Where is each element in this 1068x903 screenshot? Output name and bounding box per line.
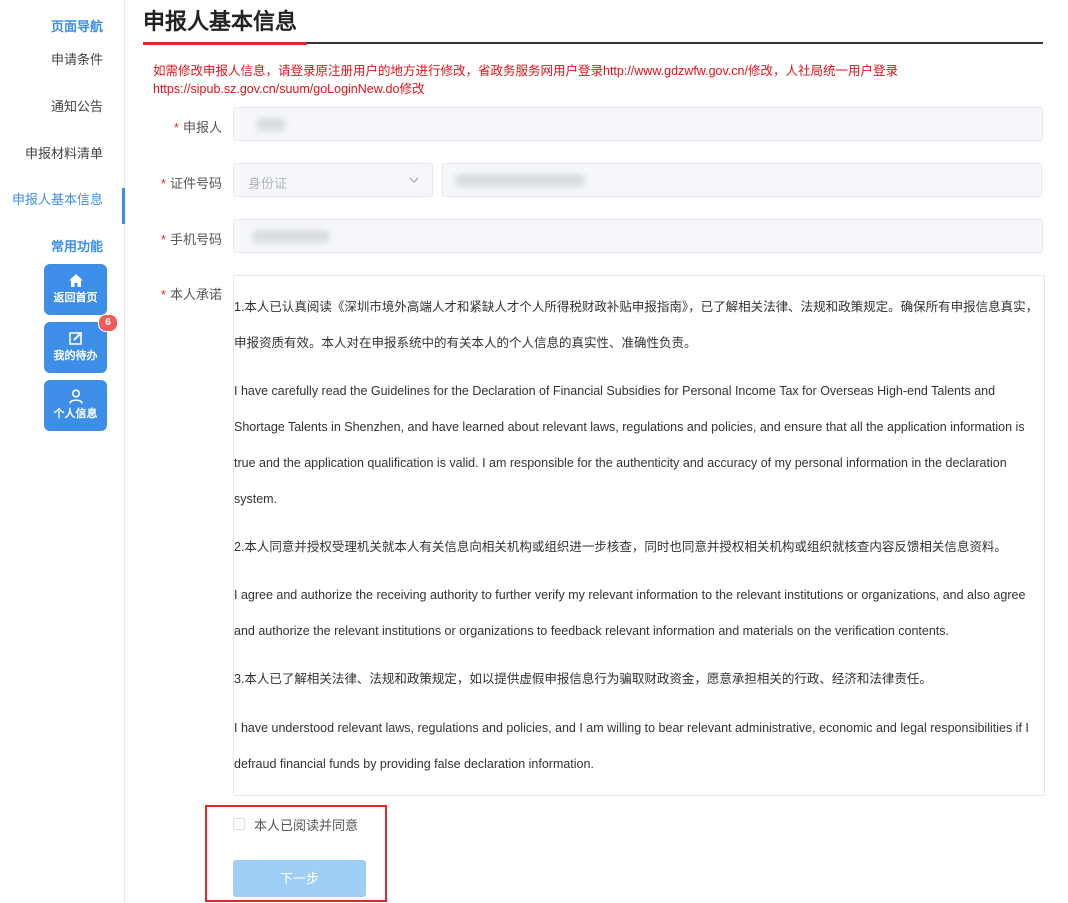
id-type-value: 身份证	[248, 176, 288, 191]
applicant-input[interactable]	[233, 107, 1043, 141]
sidebar: 页面导航 申请条件 通知公告 申报材料清单 申报人基本信息 常用功能 返回首页 …	[0, 0, 125, 903]
todo-button[interactable]: 我的待办	[44, 322, 107, 373]
pledge-paragraph-3: 3.本人已了解相关法律、法规和政策规定，如以提供虚假申报信息行为骗取财政资金，愿…	[234, 672, 932, 686]
pledge-paragraph-2: 2.本人同意并授权受理机关就本人有关信息向相关机构或组织进一步核查，同时也同意并…	[234, 540, 1007, 554]
chevron-down-icon	[409, 177, 419, 183]
pledge-paragraph-1-en: I have carefully read the Guidelines for…	[234, 384, 1025, 506]
pledge-label: * 本人承诺	[160, 287, 222, 302]
pledge-textbox[interactable]: 1.本人已认真阅读《深圳市境外高端人才和紧缺人才个人所得税财政补贴申报指南》，已…	[233, 275, 1045, 796]
notice-text: 如需修改申报人信息，请登录原注册用户的地方进行修改，省政务服务网用户登录http…	[153, 64, 898, 96]
agree-label[interactable]: 本人已阅读并同意	[254, 815, 358, 834]
edit-icon	[68, 331, 82, 345]
home-button-label: 返回首页	[53, 292, 98, 304]
nav-item-conditions[interactable]: 申请条件	[0, 49, 125, 68]
pledge-paragraph-3-en: I have understood relevant laws, regulat…	[234, 721, 1029, 771]
applicant-label: * 申报人	[173, 120, 222, 135]
user-icon	[68, 389, 83, 404]
redacted-value	[252, 230, 330, 243]
next-button[interactable]: 下一步	[233, 860, 366, 897]
todo-button-label: 我的待办	[53, 350, 98, 362]
nav-heading: 页面导航	[50, 19, 103, 34]
title-accent-bar	[143, 42, 307, 45]
page-title: 申报人基本信息	[143, 9, 298, 34]
todo-count-badge: 6	[98, 314, 118, 332]
phone-label: * 手机号码	[160, 232, 222, 247]
nav-item-notices[interactable]: 通知公告	[0, 96, 125, 115]
pledge-paragraph-2-en: I agree and authorize the receiving auth…	[234, 588, 1026, 638]
phone-input[interactable]	[233, 219, 1043, 253]
id-type-select[interactable]: 身份证	[233, 163, 433, 197]
profile-button-label: 个人信息	[53, 408, 98, 420]
nav-item-applicant-info[interactable]: 申报人基本信息	[0, 189, 125, 208]
id-number-input[interactable]	[442, 163, 1042, 197]
nav-active-indicator	[122, 188, 125, 224]
home-icon	[68, 274, 83, 287]
agree-checkbox[interactable]	[233, 818, 245, 830]
profile-button[interactable]: 个人信息	[44, 380, 107, 431]
nav-item-materials[interactable]: 申报材料清单	[0, 143, 125, 162]
func-heading: 常用功能	[50, 239, 103, 254]
pledge-paragraph-1: 1.本人已认真阅读《深圳市境外高端人才和紧缺人才个人所得税财政补贴申报指南》，已…	[234, 300, 1039, 350]
id-number-label: * 证件号码	[160, 176, 222, 191]
home-button[interactable]: 返回首页	[44, 264, 107, 315]
redacted-value	[256, 118, 286, 131]
redacted-value	[455, 174, 585, 187]
